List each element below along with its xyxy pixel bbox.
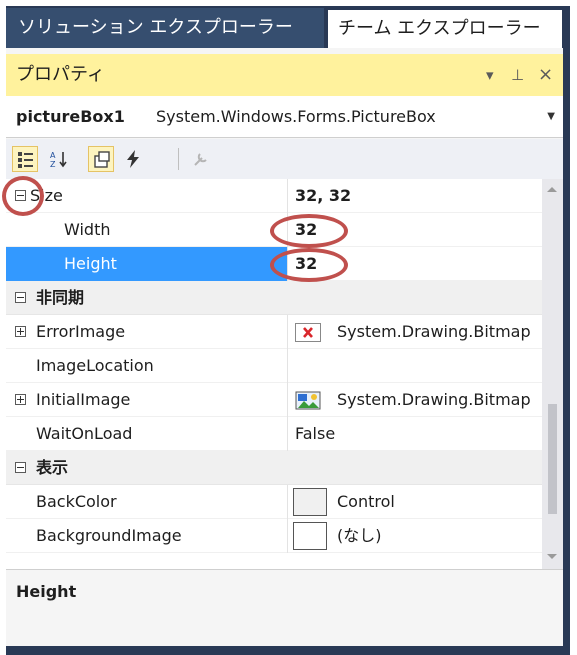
- property-value: System.Drawing.Bitmap: [337, 390, 531, 409]
- close-icon[interactable]: ×: [538, 54, 553, 96]
- tab-solution-explorer[interactable]: ソリューション エクスプローラー: [6, 8, 324, 48]
- object-selector-dropdown-icon[interactable]: ▼: [547, 96, 555, 138]
- name-cell: BackColor: [6, 485, 288, 519]
- alphabetical-icon[interactable]: A Z: [46, 146, 72, 172]
- property-row-waitonload[interactable]: WaitOnLoad False: [6, 417, 542, 451]
- value-cell[interactable]: 32, 32: [289, 179, 542, 213]
- property-name: Width: [64, 220, 111, 239]
- name-cell: BackgroundImage: [6, 519, 288, 553]
- property-value: 32, 32: [295, 186, 352, 205]
- properties-title: プロパティ: [16, 64, 105, 85]
- properties-icon[interactable]: [88, 146, 114, 172]
- color-swatch: [293, 488, 327, 516]
- property-value: System.Drawing.Bitmap: [337, 322, 531, 341]
- category-row-async[interactable]: 非同期: [6, 281, 542, 315]
- property-row-backcolor[interactable]: BackColor Control: [6, 485, 542, 519]
- description-pane: Height: [6, 569, 563, 646]
- property-name: InitialImage: [36, 390, 131, 409]
- property-name: ImageLocation: [36, 356, 154, 375]
- collapse-icon[interactable]: [15, 292, 26, 303]
- expand-icon[interactable]: [15, 394, 26, 405]
- tab-team-explorer[interactable]: チーム エクスプローラー: [328, 10, 562, 48]
- category-name: 非同期: [36, 288, 85, 307]
- object-type: System.Windows.Forms.PictureBox: [156, 107, 436, 126]
- property-value: Control: [337, 492, 395, 511]
- value-cell[interactable]: [289, 349, 542, 383]
- value-cell[interactable]: (なし): [289, 519, 542, 553]
- name-cell: Size: [6, 179, 288, 213]
- scroll-up-icon[interactable]: [547, 187, 557, 192]
- collapse-icon[interactable]: [15, 462, 26, 473]
- value-cell[interactable]: False: [289, 417, 542, 451]
- value-cell[interactable]: System.Drawing.Bitmap: [289, 315, 542, 349]
- annotation-circle-height: [270, 248, 348, 282]
- properties-title-bar[interactable]: プロパティ ▾ ⊥ ×: [6, 54, 563, 96]
- object-selector[interactable]: pictureBox1 System.Windows.Forms.Picture…: [6, 96, 563, 138]
- object-name: pictureBox1: [16, 107, 125, 126]
- name-cell: Width: [6, 213, 288, 247]
- scroll-down-icon[interactable]: [547, 554, 557, 559]
- categorized-icon[interactable]: [12, 146, 38, 172]
- name-cell: ErrorImage: [6, 315, 288, 349]
- expand-icon[interactable]: [15, 326, 26, 337]
- image-swatch: [293, 522, 327, 550]
- annotation-circle-expander: [2, 176, 44, 216]
- error-image-thumbnail-icon: [295, 323, 321, 342]
- property-value: (なし): [337, 526, 382, 545]
- initial-image-thumbnail-icon: [295, 391, 321, 410]
- name-cell: InitialImage: [6, 383, 288, 417]
- name-cell: WaitOnLoad: [6, 417, 288, 451]
- property-row-errorimage[interactable]: ErrorImage System.Drawing.Bitmap: [6, 315, 542, 349]
- value-cell[interactable]: System.Drawing.Bitmap: [289, 383, 542, 417]
- property-name: WaitOnLoad: [36, 424, 133, 443]
- svg-text:A: A: [50, 151, 56, 160]
- property-name: ErrorImage: [36, 322, 126, 341]
- window-menu-dropdown-icon[interactable]: ▾: [486, 54, 494, 96]
- property-name: Height: [64, 254, 117, 273]
- property-row-backgroundimage[interactable]: BackgroundImage (なし): [6, 519, 542, 553]
- property-pages-icon[interactable]: [188, 146, 214, 172]
- property-name: BackgroundImage: [36, 526, 182, 545]
- property-name: BackColor: [36, 492, 117, 511]
- category-name: 表示: [36, 458, 69, 477]
- property-value: False: [295, 424, 336, 443]
- annotation-circle-width: [270, 214, 348, 248]
- properties-toolbar: A Z: [6, 139, 563, 179]
- scroll-thumb[interactable]: [548, 404, 557, 514]
- svg-text:Z: Z: [50, 160, 56, 169]
- toolbar-separator: [178, 148, 179, 170]
- property-row-size[interactable]: Size 32, 32: [6, 179, 542, 213]
- name-cell-selected: Height: [6, 247, 288, 281]
- events-icon[interactable]: [120, 146, 146, 172]
- pin-icon[interactable]: ⊥: [511, 54, 524, 96]
- vertical-scrollbar[interactable]: [542, 179, 563, 569]
- value-cell[interactable]: Control: [289, 485, 542, 519]
- description-title: Height: [16, 582, 77, 601]
- name-cell: ImageLocation: [6, 349, 288, 383]
- property-row-initialimage[interactable]: InitialImage System.Drawing.Bitmap: [6, 383, 542, 417]
- category-row-display[interactable]: 表示: [6, 451, 542, 485]
- property-row-imagelocation[interactable]: ImageLocation: [6, 349, 542, 383]
- properties-window: プロパティ ▾ ⊥ × pictureBox1 System.Windows.F…: [6, 48, 563, 646]
